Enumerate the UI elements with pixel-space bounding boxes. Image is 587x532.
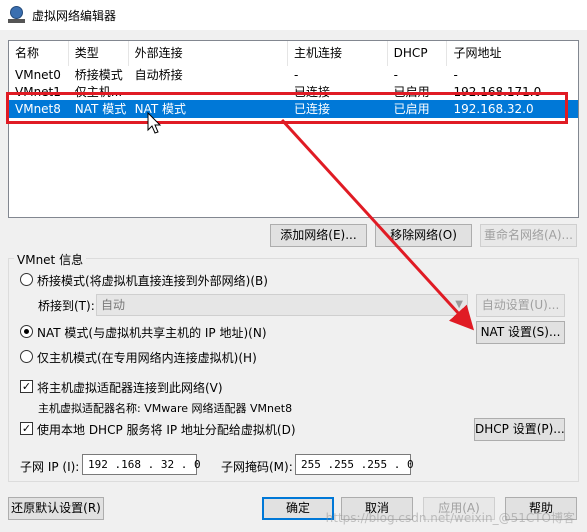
bridged-to-value: 自动	[101, 298, 126, 312]
nat-radio[interactable]	[20, 325, 33, 338]
dhcp-label[interactable]: 使用本地 DHCP 服务将 IP 地址分配给虚拟机(D)	[37, 421, 296, 438]
bridged-to-select[interactable]: 自动 ▼	[96, 294, 468, 316]
subnet-mask-field[interactable]: 255 .255 .255 . 0	[295, 454, 414, 475]
cell-dhcp: 已启用	[393, 102, 430, 116]
cell-host: 已连接	[294, 102, 331, 116]
nat-settings-button[interactable]: NAT 设置(S)...	[476, 321, 565, 344]
add-network-button[interactable]: 添加网络(E)...	[270, 224, 367, 247]
cell-host: 已连接	[294, 85, 331, 98]
cell-external: 自动桥接	[134, 68, 183, 82]
bridged-label[interactable]: 桥接模式(将虚拟机直接连接到外部网络)(B)	[37, 272, 268, 289]
cell-name: VMnet8	[15, 102, 61, 116]
subnet-ip-field[interactable]: 192 .168 . 32 . 0	[82, 454, 201, 475]
subnet-mask-label: 子网掩码(M):	[221, 460, 293, 474]
cell-type: 桥接模式	[74, 68, 123, 82]
connect-adapter-checkbox[interactable]: ✓	[20, 380, 33, 393]
dhcp-checkbox[interactable]: ✓	[20, 422, 33, 435]
title-bar: 虚拟网络编辑器	[0, 0, 587, 30]
chevron-down-icon: ▼	[455, 299, 463, 310]
cell-subnet: 192.168.32.0	[453, 102, 534, 116]
column-header-host[interactable]: 主机连接	[288, 41, 388, 66]
cell-dhcp: -	[393, 68, 399, 82]
cell-host: -	[294, 68, 299, 82]
cell-subnet: -	[453, 68, 458, 82]
restore-defaults-button[interactable]: 还原默认设置(R)	[8, 497, 104, 520]
adapter-name-text: 主机虚拟适配器名称: VMware 网络适配器 VMnet8	[38, 402, 293, 415]
column-header-dhcp[interactable]: DHCP	[388, 41, 448, 66]
table-row[interactable]: VMnet1 仅主机... - 已连接 已启用 192.168.171.0	[9, 84, 578, 98]
dhcp-settings-button[interactable]: DHCP 设置(P)...	[474, 418, 565, 441]
table-row[interactable]: VMnet0 桥接模式 自动桥接 - - -	[9, 67, 578, 84]
hostonly-label[interactable]: 仅主机模式(在专用网络内连接虚拟机)(H)	[37, 349, 257, 366]
cell-dhcp: 已启用	[393, 85, 430, 98]
bridged-radio[interactable]	[20, 273, 33, 286]
ok-button[interactable]: 确定	[262, 497, 334, 520]
hostonly-radio[interactable]	[20, 350, 33, 363]
list-header: 名称 类型 外部连接 主机连接 DHCP 子网地址	[9, 41, 578, 66]
bridged-to-label: 桥接到(T):	[38, 299, 95, 313]
cell-type: NAT 模式	[74, 102, 127, 116]
connect-adapter-label[interactable]: 将主机虚拟适配器连接到此网络(V)	[37, 379, 223, 396]
column-header-external[interactable]: 外部连接	[129, 41, 289, 66]
cell-name: VMnet1	[15, 85, 61, 98]
auto-settings-button[interactable]: 自动设置(U)...	[476, 294, 565, 317]
watermark: https://blog.csdn.net/weixin_@51CTO博客	[325, 511, 575, 525]
nat-label[interactable]: NAT 模式(与虚拟机共享主机的 IP 地址)(N)	[37, 324, 267, 341]
column-header-subnet[interactable]: 子网地址	[447, 41, 578, 66]
vmnet-info-label: VMnet 信息	[14, 251, 87, 268]
subnet-ip-label: 子网 IP (I):	[20, 460, 80, 474]
column-header-name[interactable]: 名称	[9, 41, 69, 66]
cell-name: VMnet0	[15, 68, 61, 82]
cell-external: -	[134, 85, 139, 98]
column-header-type[interactable]: 类型	[69, 41, 129, 66]
table-row-selected[interactable]: VMnet8 NAT 模式 NAT 模式 已连接 已启用 192.168.32.…	[9, 100, 578, 118]
cell-subnet: 192.168.171.0	[453, 85, 542, 98]
remove-network-button[interactable]: 移除网络(O)	[375, 224, 472, 247]
cell-type: 仅主机...	[74, 85, 123, 98]
network-globe-icon	[8, 6, 26, 24]
vmnet-info-group	[8, 258, 579, 482]
window-title: 虚拟网络编辑器	[32, 8, 117, 23]
network-list[interactable]: 名称 类型 外部连接 主机连接 DHCP 子网地址 VMnet0 桥接模式 自动…	[8, 40, 579, 218]
rename-network-button[interactable]: 重命名网络(A)...	[480, 224, 577, 247]
cell-external: NAT 模式	[134, 102, 186, 116]
